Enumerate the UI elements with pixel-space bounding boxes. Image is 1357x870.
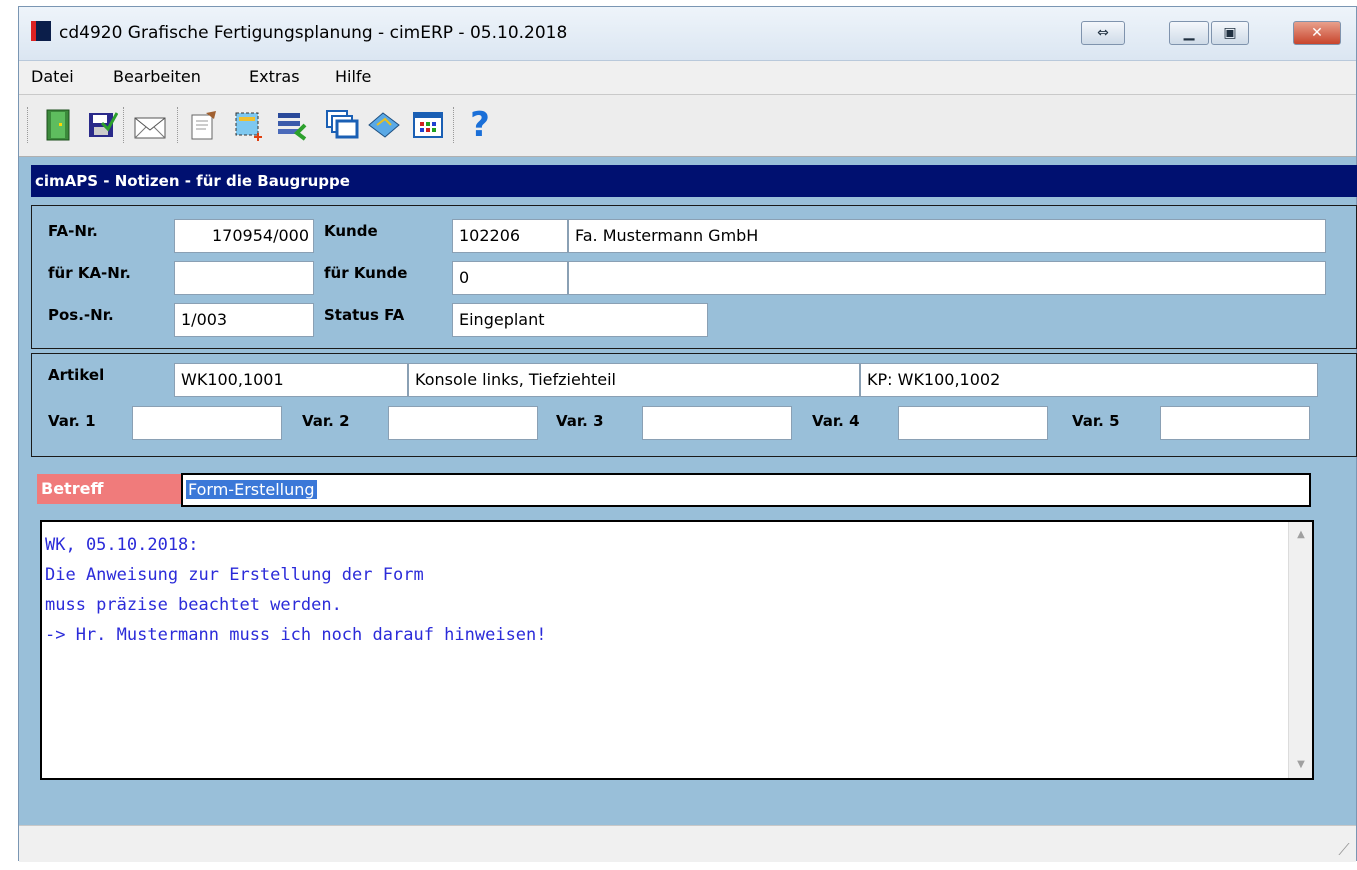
scroll-up-arrow-icon[interactable]: ▲ <box>1289 524 1313 546</box>
var2-label: Var. 2 <box>302 412 350 430</box>
var4-label: Var. 4 <box>812 412 860 430</box>
ka-nr-field[interactable] <box>174 261 314 295</box>
window-title: cd4920 Grafische Fertigungsplanung - cim… <box>59 23 568 43</box>
var2-field[interactable] <box>388 406 538 440</box>
order-group: FA-Nr. 170954/000 Kunde 102206 Fa. Muste… <box>31 205 1357 349</box>
betreff-field[interactable]: Form-Erstellung <box>181 473 1311 507</box>
var3-label: Var. 3 <box>556 412 604 430</box>
toolbar-grip[interactable] <box>27 107 31 143</box>
toolbar-separator <box>123 107 127 143</box>
var3-field[interactable] <box>642 406 792 440</box>
var4-field[interactable] <box>898 406 1048 440</box>
fuer-kunde-nr-field[interactable]: 0 <box>452 261 568 295</box>
var1-field[interactable] <box>132 406 282 440</box>
table-icon[interactable] <box>409 105 447 145</box>
artikel-description-field[interactable]: Konsole links, Tiefziehteil <box>408 363 860 397</box>
book-icon[interactable] <box>365 105 403 145</box>
notes-scrollbar[interactable]: ▲ ▼ <box>1288 522 1312 778</box>
artikel-nr-field[interactable]: WK100,1001 <box>174 363 408 397</box>
status-fa-label: Status FA <box>324 306 405 324</box>
restore-size-button[interactable]: ⇔ <box>1081 21 1125 45</box>
toolbar-separator <box>453 107 457 143</box>
maximize-button[interactable]: ▣ <box>1211 21 1249 45</box>
status-bar: ⟋ <box>19 825 1356 862</box>
exit-door-icon[interactable] <box>39 105 77 145</box>
artikel-kp-field[interactable]: KP: WK100,1002 <box>860 363 1318 397</box>
fa-nr-label: FA-Nr. <box>48 222 98 240</box>
pos-nr-label: Pos.-Nr. <box>48 306 114 324</box>
kunde-name-field[interactable]: Fa. Mustermann GmbH <box>568 219 1326 253</box>
betreff-label: Betreff <box>37 474 181 504</box>
status-fa-field[interactable]: Eingeplant <box>452 303 708 337</box>
var5-label: Var. 5 <box>1072 412 1120 430</box>
var1-label: Var. 1 <box>48 412 96 430</box>
select-area-icon[interactable] <box>229 105 267 145</box>
help-icon[interactable]: ? <box>461 105 499 145</box>
article-group: Artikel WK100,1001 Konsole links, Tiefzi… <box>31 353 1357 457</box>
menu-datei[interactable]: Datei <box>31 67 74 86</box>
fuer-kunde-name-field[interactable] <box>568 261 1326 295</box>
notes-text: WK, 05.10.2018: Die Anweisung zur Erstel… <box>45 535 547 645</box>
main-window: cd4920 Grafische Fertigungsplanung - cim… <box>18 6 1357 862</box>
betreff-value: Form-Erstellung <box>186 480 317 499</box>
toolbar: ? <box>19 95 1356 157</box>
edit-document-icon[interactable] <box>185 105 223 145</box>
close-button[interactable]: ✕ <box>1293 21 1341 45</box>
artikel-label: Artikel <box>48 366 105 384</box>
section-header: cimAPS - Notizen - für die Baugruppe <box>31 165 1357 197</box>
pos-nr-field[interactable]: 1/003 <box>174 303 314 337</box>
menu-hilfe[interactable]: Hilfe <box>335 67 371 86</box>
fa-nr-field[interactable]: 170954/000 <box>174 219 314 253</box>
save-icon[interactable] <box>83 105 121 145</box>
title-bar[interactable]: cd4920 Grafische Fertigungsplanung - cim… <box>19 7 1356 61</box>
kunde-label: Kunde <box>324 222 378 240</box>
list-import-icon[interactable] <box>273 105 311 145</box>
windows-icon[interactable] <box>323 105 361 145</box>
var5-field[interactable] <box>1160 406 1310 440</box>
menu-extras[interactable]: Extras <box>249 67 300 86</box>
minimize-button[interactable]: ▁ <box>1169 21 1209 45</box>
ka-nr-label: für KA-Nr. <box>48 264 131 282</box>
menu-bar: Datei Bearbeiten Extras Hilfe <box>19 61 1356 95</box>
toolbar-separator <box>177 107 181 143</box>
scroll-down-arrow-icon[interactable]: ▼ <box>1289 754 1313 776</box>
kunde-nr-field[interactable]: 102206 <box>452 219 568 253</box>
app-icon <box>31 21 51 41</box>
mail-icon[interactable] <box>131 105 169 145</box>
resize-grip-icon[interactable]: ⟋ <box>1334 840 1354 860</box>
fuer-kunde-label: für Kunde <box>324 264 408 282</box>
notes-textarea[interactable]: WK, 05.10.2018: Die Anweisung zur Erstel… <box>40 520 1314 780</box>
menu-bearbeiten[interactable]: Bearbeiten <box>113 67 201 86</box>
